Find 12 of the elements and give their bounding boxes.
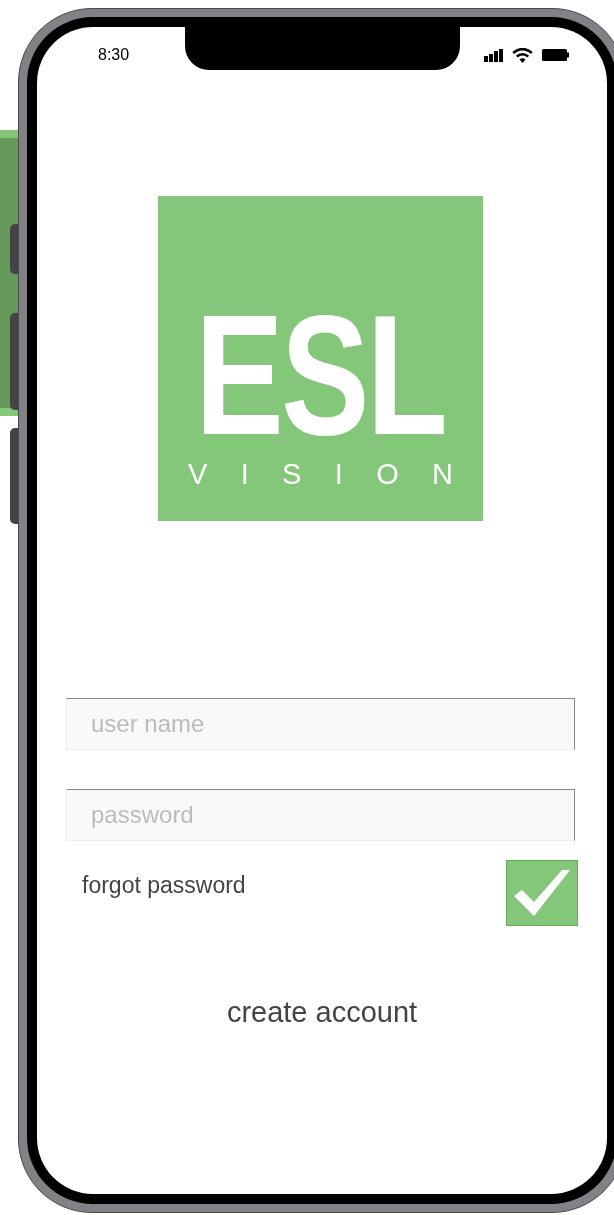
check-icon <box>514 870 570 916</box>
logo-title: ESL <box>195 309 446 442</box>
wifi-icon <box>512 47 533 63</box>
logo-subtitle: VISION <box>187 460 487 489</box>
checkbox[interactable] <box>506 860 578 926</box>
signal-icon <box>484 48 503 62</box>
input-field[interactable]: user name <box>66 698 575 750</box>
input-field[interactable]: password <box>66 789 575 841</box>
forgot-password-label: forgot password <box>82 871 246 900</box>
status-time: 8:30 <box>98 47 130 63</box>
battery-icon <box>542 49 569 61</box>
create-account-link[interactable]: create account <box>226 994 418 1031</box>
